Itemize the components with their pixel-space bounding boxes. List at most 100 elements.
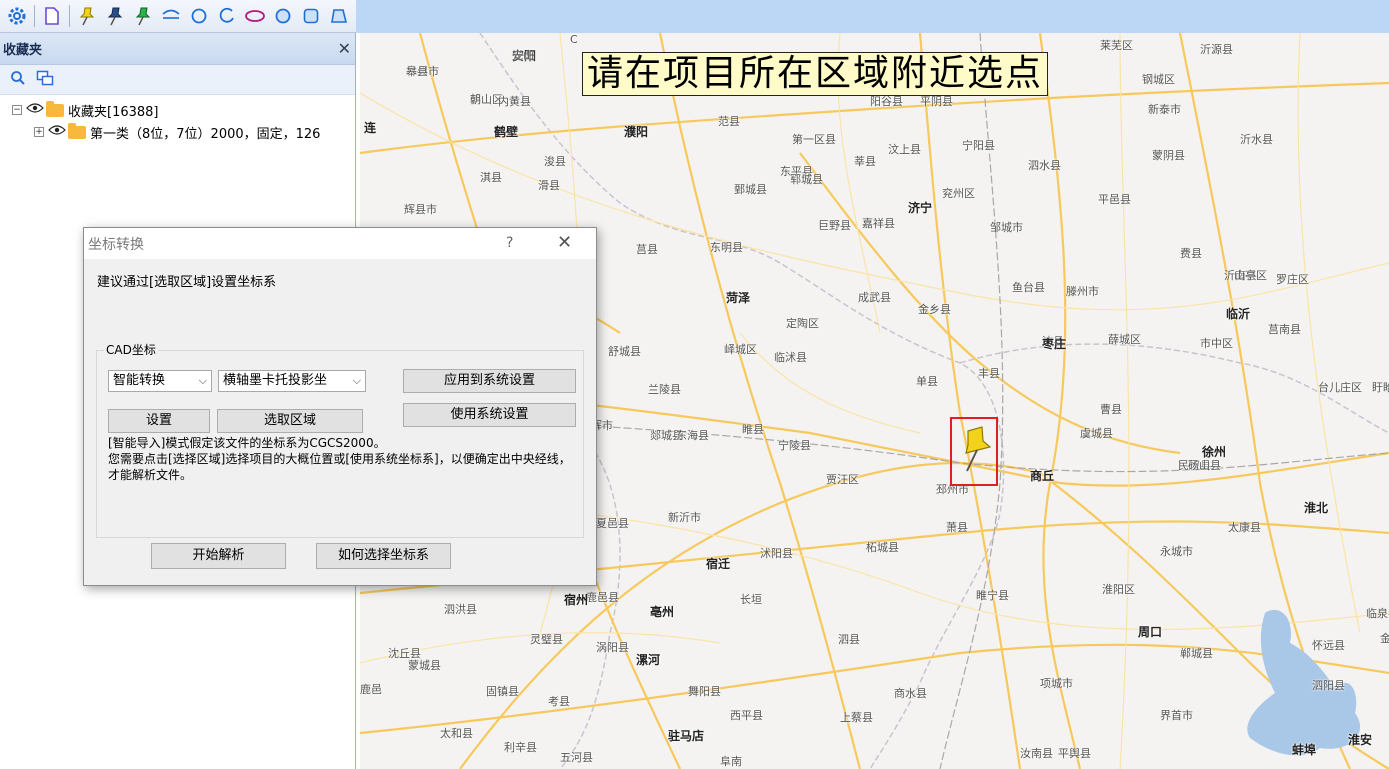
map-place-label: 曹县 — [1100, 403, 1122, 416]
dialog-description: [智能导入]模式假定该文件的坐标系为CGCS2000。 您需要点击[选择区域]选… — [108, 436, 571, 482]
map-place-label: 兖州区 — [942, 187, 975, 200]
map-place-label: 夏邑县 — [596, 517, 629, 530]
map-place-label: 菏泽 — [726, 291, 751, 305]
map-place-label: 淇县 — [480, 171, 502, 184]
map-place-label: 金乡县 — [918, 303, 951, 316]
favorites-tree: − 收藏夹[16388] + 第一类（8位，7位）2000，固定，126 — [0, 95, 355, 143]
close-icon[interactable]: ✕ — [557, 232, 572, 253]
map-place-label: 兰陵县 — [648, 383, 681, 396]
rounded-square-icon[interactable] — [298, 3, 324, 29]
map-place-label: 太康县 — [1228, 521, 1261, 534]
map-place-label: 内黄县 — [498, 95, 531, 108]
map-place-label: 莒县 — [636, 243, 658, 256]
toolbar-separator — [34, 5, 35, 27]
tree-root-row[interactable]: − 收藏夹[16388] — [12, 99, 355, 121]
map-place-label: 薛城区 — [1108, 333, 1141, 346]
how-to-choose-button[interactable]: 如何选择坐标系 — [316, 543, 451, 569]
map-place-label: 阜南 — [720, 755, 742, 768]
map-place-label: 枣庄 — [1042, 337, 1067, 351]
eye-icon[interactable] — [26, 102, 44, 118]
map-banner: 请在项目所在区域附近选点 — [582, 52, 1049, 96]
collapse-icon[interactable]: − — [12, 105, 22, 115]
pin-blue-icon[interactable] — [102, 3, 128, 29]
map-place-label: 山亭区 — [1234, 269, 1267, 282]
map-place-label: 宿州 — [564, 593, 589, 607]
ellipse-icon[interactable] — [242, 3, 268, 29]
select-region-button[interactable]: 选取区域 — [217, 409, 363, 433]
map-place-label: 定陶区 — [786, 317, 819, 330]
mode-combobox-value: 智能转换 — [113, 373, 166, 388]
map-place-label: 莒南县 — [1268, 323, 1301, 336]
map-place-label: 固镇县 — [486, 685, 519, 698]
map-place-label: 界首市 — [1160, 709, 1193, 722]
expand-icon[interactable]: + — [34, 127, 44, 137]
use-system-settings-button[interactable]: 使用系统设置 — [403, 403, 576, 427]
settings-icon[interactable] — [4, 3, 30, 29]
windows-icon[interactable] — [36, 70, 54, 89]
map-place-label: 鱼台县 — [1012, 281, 1045, 294]
pin-icon[interactable] — [952, 419, 996, 484]
map-place-label: 范县 — [718, 115, 740, 128]
settings-button[interactable]: 设置 — [108, 409, 210, 433]
pin-green-icon[interactable] — [130, 3, 156, 29]
map-place-label: 成武县 — [858, 291, 891, 304]
map-place-label: 泗阳县 — [1312, 679, 1345, 692]
map-place-label: 市中区 — [1200, 337, 1233, 350]
pin-yellow-icon[interactable] — [74, 3, 100, 29]
arc-open-icon[interactable] — [214, 3, 240, 29]
search-icon[interactable] — [10, 70, 26, 89]
tree-root-label: 收藏夹[16388] — [68, 104, 159, 120]
map-place-label: 商丘 — [1030, 469, 1055, 483]
apply-to-system-button[interactable]: 应用到系统设置 — [403, 369, 576, 393]
mode-combobox[interactable]: 智能转换 ⌵ — [108, 370, 212, 392]
map-place-label: 峄城区 — [724, 343, 757, 356]
map-place-label: 考县 — [548, 695, 570, 708]
map-place-label: 莘县 — [854, 155, 876, 168]
map-place-label: 太和县 — [440, 727, 473, 740]
map-place-label: 东明县 — [710, 241, 743, 254]
map-place-label: 商水县 — [894, 687, 927, 700]
dialog-title: 坐标转换 — [88, 236, 144, 253]
map-place-label: 沂水县 — [1240, 133, 1273, 146]
map-place-label: 漯河 — [636, 653, 661, 667]
circle-filled-icon[interactable] — [270, 3, 296, 29]
map-place-label: 平舆县 — [1058, 747, 1091, 760]
map-place-label: 浚县 — [544, 155, 566, 168]
map-place-label: 皋县 — [406, 65, 428, 78]
tree-child-row[interactable]: + 第一类（8位，7位）2000，固定，126 — [12, 121, 355, 143]
map-place-label: 宁陵县 — [778, 439, 811, 452]
help-icon[interactable]: ? — [506, 235, 513, 251]
favorites-title: 收藏夹 — [3, 43, 43, 58]
new-document-icon[interactable] — [39, 3, 65, 29]
map-place-label: 蒙城县 — [408, 659, 441, 672]
group-label: CAD坐标 — [104, 341, 158, 358]
dialog-hint: 建议通过[选取区域]设置坐标系 — [97, 275, 277, 290]
map-place-label: 盱眙县 — [1372, 381, 1389, 394]
map-place-label: 鹤壁 — [494, 125, 519, 139]
map-place-label: 长垣 — [740, 593, 762, 606]
map-place-label: 巨野县 — [818, 219, 851, 232]
map-place-label: 泗水县 — [1028, 159, 1061, 172]
start-parse-button[interactable]: 开始解析 — [151, 543, 286, 569]
map-place-label: 嘉祥县 — [862, 217, 895, 230]
projection-combobox[interactable]: 横轴墨卡托投影坐 ⌵ — [218, 370, 366, 392]
map-place-label: 钢城区 — [1142, 73, 1175, 86]
map-place-label: 蒙阴县 — [1152, 149, 1185, 162]
map-place-label: 邹城市 — [990, 221, 1023, 234]
favorites-header: 收藏夹 ✕ — [0, 33, 355, 65]
selected-point-box[interactable] — [950, 417, 998, 486]
eye-icon[interactable] — [48, 124, 66, 140]
arc-icon[interactable] — [158, 3, 184, 29]
close-icon[interactable]: ✕ — [338, 40, 351, 57]
map-place-label: 睢县 — [742, 423, 764, 436]
map-place-label: 费县 — [1180, 247, 1202, 260]
circle-icon[interactable] — [186, 3, 212, 29]
map-place-label: 沭阳县 — [760, 547, 793, 560]
map-place-label: 连 — [364, 121, 377, 135]
folder-icon — [68, 122, 86, 139]
map-place-label: 莱芜区 — [1100, 39, 1133, 52]
tree-child-label: 第一类（8位，7位）2000，固定，126 — [90, 126, 321, 142]
map-place-label: 光山 — [512, 49, 534, 62]
map-place-label: 柘城县 — [866, 541, 899, 554]
polygon-icon[interactable] — [326, 3, 352, 29]
